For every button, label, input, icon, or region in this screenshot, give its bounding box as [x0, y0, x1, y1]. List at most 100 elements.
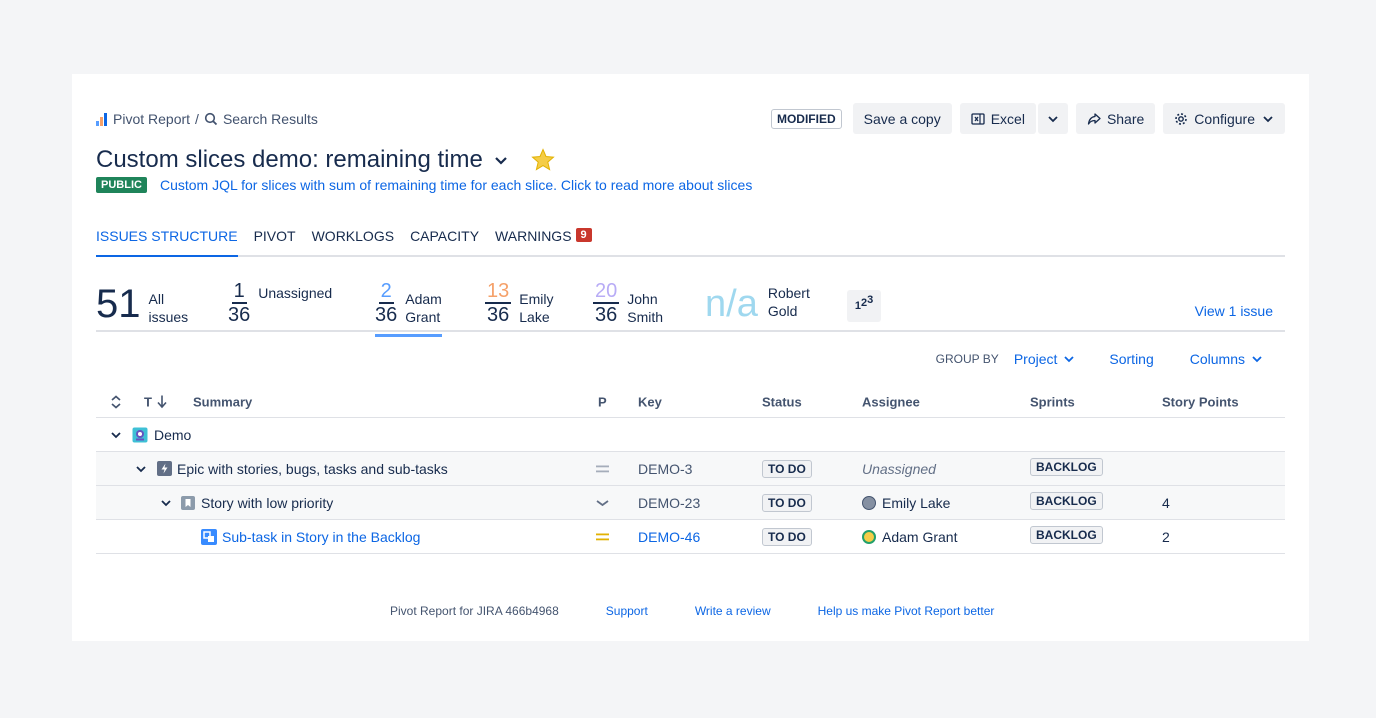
numbers-format-icon[interactable]: 123 — [847, 290, 881, 322]
excel-split-button: Excel — [959, 103, 1068, 134]
slice-all-issues[interactable]: 51 All issues — [96, 280, 188, 328]
story-points: 2 — [1162, 528, 1170, 545]
footer-support-link[interactable]: Support — [606, 604, 648, 618]
tab-bar: ISSUES STRUCTURE PIVOT WORKLOGS CAPACITY… — [96, 228, 1285, 257]
avatar — [862, 495, 876, 510]
breadcrumb-current[interactable]: Search Results — [223, 111, 318, 127]
issues-table: T Summary P Key Status Assignee Sprints … — [96, 386, 1285, 554]
view-issue-link[interactable]: View 1 issue — [1195, 303, 1273, 319]
subtask-icon — [201, 528, 217, 545]
status-badge: TO DO — [762, 527, 812, 546]
save-copy-button[interactable]: Save a copy — [852, 103, 952, 134]
issue-summary-link[interactable]: Sub-task in Story in the Backlog — [222, 529, 420, 545]
slice-adam-grant[interactable]: 2 36 Adam Grant — [375, 281, 442, 337]
header-assignee[interactable]: Assignee — [862, 394, 920, 409]
sorting-link[interactable]: Sorting — [1109, 351, 1153, 367]
slice-label: All issues — [148, 291, 189, 325]
tab-warnings[interactable]: WARNINGS 9 — [495, 228, 592, 257]
columns-dropdown[interactable]: Columns — [1190, 351, 1263, 367]
priority-medium-icon — [596, 532, 609, 542]
slice-denominator: 36 — [228, 304, 251, 326]
slice-unassigned[interactable]: 1 36 Unassigned — [228, 280, 332, 326]
header-status[interactable]: Status — [762, 394, 802, 409]
table-row[interactable]: Sub-task in Story in the Backlog DEMO-46… — [96, 520, 1285, 554]
breadcrumb-separator: / — [195, 111, 199, 127]
header-sprints[interactable]: Sprints — [1030, 394, 1075, 409]
issue-key[interactable]: DEMO-23 — [638, 495, 700, 511]
collapse-chevron-icon[interactable] — [160, 497, 172, 509]
slice-label: Robert Gold — [767, 285, 810, 319]
header-priority[interactable]: P — [598, 394, 607, 409]
priority-low-icon — [596, 499, 609, 507]
tab-issues-structure[interactable]: ISSUES STRUCTURE — [96, 228, 238, 257]
slices-bar: 51 All issues 1 36 Unassigned 2 36 Adam Gr… — [96, 276, 1285, 337]
footer-review-link[interactable]: Write a review — [695, 604, 771, 618]
slice-denominator: 36 — [487, 304, 510, 326]
description-row: PUBLIC Custom JQL for slices with sum of… — [96, 177, 752, 193]
public-badge: PUBLIC — [96, 177, 147, 193]
table-row[interactable]: Story with low priority DEMO-23 TO DO Em… — [96, 486, 1285, 520]
slice-label: John Smith — [627, 291, 664, 325]
header-type[interactable]: T — [144, 394, 168, 409]
collapse-chevron-icon[interactable] — [135, 463, 147, 475]
chevron-down-icon — [1048, 115, 1058, 122]
tab-warnings-label: WARNINGS — [495, 228, 572, 244]
sort-arrow-down-icon — [157, 395, 167, 409]
issue-summary: Epic with stories, bugs, tasks and sub-t… — [157, 461, 448, 477]
header-summary[interactable]: Summary — [193, 394, 252, 409]
status-badge: TO DO — [762, 459, 812, 478]
footer-feedback-link[interactable]: Help us make Pivot Report better — [818, 604, 995, 618]
excel-button[interactable]: Excel — [959, 103, 1036, 134]
report-description-link[interactable]: Custom JQL for slices with sum of remain… — [160, 177, 752, 193]
assignee: Unassigned — [862, 460, 936, 477]
share-button[interactable]: Share — [1075, 103, 1156, 134]
breadcrumb-root[interactable]: Pivot Report — [113, 111, 190, 127]
issue-summary: Story with low priority — [181, 495, 333, 511]
issue-key[interactable]: DEMO-46 — [638, 529, 700, 545]
slice-denominator: 36 — [375, 304, 398, 326]
issue-summary: Sub-task in Story in the Backlog — [201, 528, 420, 545]
group-by-project-dropdown[interactable]: Project — [1014, 351, 1076, 367]
configure-label: Configure — [1194, 110, 1255, 127]
excel-label: Excel — [990, 110, 1025, 127]
table-row[interactable]: Epic with stories, bugs, tasks and sub-t… — [96, 452, 1285, 486]
chevron-down-icon — [1263, 115, 1273, 122]
chevron-down-icon — [1064, 356, 1075, 363]
excel-dropdown-button[interactable] — [1037, 103, 1068, 134]
footer-version: Pivot Report for JIRA 466b4968 — [390, 604, 559, 618]
status-badge: TO DO — [762, 493, 812, 512]
chevron-down-icon[interactable] — [493, 152, 509, 168]
header-key[interactable]: Key — [638, 394, 662, 409]
slice-numerator: 13 — [485, 280, 512, 304]
assignee: Adam Grant — [862, 529, 957, 545]
report-title-row: Custom slices demo: remaining time — [96, 146, 555, 174]
group-by-label: GROUP BY — [935, 352, 999, 366]
tab-pivot[interactable]: PIVOT — [254, 228, 296, 257]
header-story-points[interactable]: Story Points — [1162, 394, 1239, 409]
table-header: T Summary P Key Status Assignee Sprints … — [96, 386, 1285, 418]
slice-denominator: 36 — [595, 304, 618, 326]
tab-worklogs[interactable]: WORKLOGS — [312, 228, 394, 257]
share-icon — [1087, 112, 1101, 125]
star-icon[interactable] — [531, 148, 555, 172]
avatar — [862, 529, 876, 544]
group-bar: GROUP BY Project Sorting Columns — [72, 351, 1285, 367]
priority-medium-icon — [596, 464, 609, 474]
slice-numerator: 20 — [593, 280, 620, 304]
tab-capacity[interactable]: CAPACITY — [410, 228, 479, 257]
configure-button[interactable]: Configure — [1163, 103, 1285, 134]
footer: Pivot Report for JIRA 466b4968 Support W… — [390, 604, 1041, 618]
issue-key[interactable]: DEMO-3 — [638, 461, 692, 477]
slice-robert-gold[interactable]: n/a Robert Gold — [705, 282, 810, 326]
story-points: 4 — [1162, 494, 1170, 511]
slice-fraction: 2 36 — [375, 281, 398, 326]
slice-numerator: 1 — [231, 280, 247, 304]
table-row[interactable]: Demo — [96, 418, 1285, 452]
expand-collapse-all-icon[interactable] — [110, 394, 122, 409]
slice-fraction: 1 36 — [228, 280, 251, 326]
slice-john-smith[interactable]: 20 36 John Smith — [593, 280, 664, 326]
assignee: Emily Lake — [862, 495, 950, 511]
slice-emily-lake[interactable]: 13 36 Emily Lake — [485, 280, 554, 326]
collapse-chevron-icon[interactable] — [110, 429, 122, 441]
slice-label: Emily Lake — [519, 291, 554, 325]
